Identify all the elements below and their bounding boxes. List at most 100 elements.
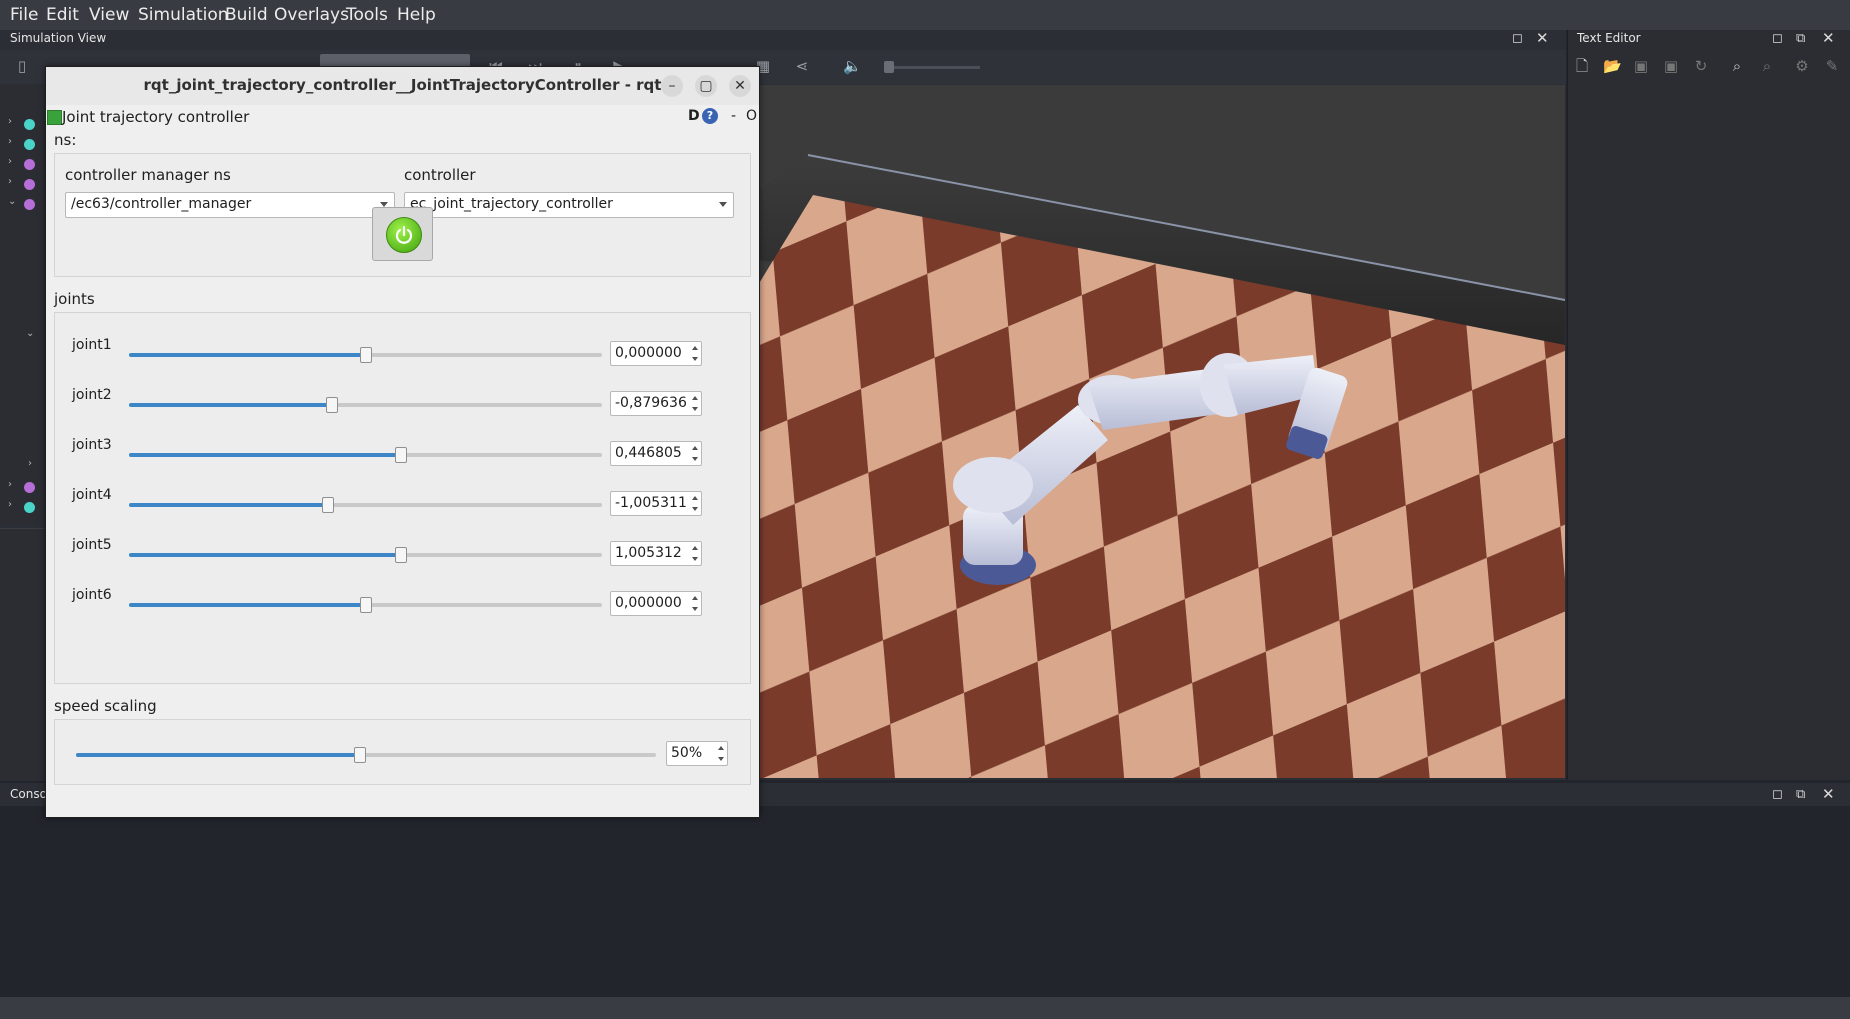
joint-slider-handle[interactable] xyxy=(394,547,407,563)
menu-overlays[interactable]: Overlays xyxy=(274,5,349,25)
menu-help[interactable]: Help xyxy=(397,5,436,25)
joint-value-spinbox[interactable]: 0,000000 xyxy=(610,591,702,616)
joint-slider-fill xyxy=(129,453,401,457)
joint-value-spinbox[interactable]: 0,446805 xyxy=(610,441,702,466)
controller-manager-ns-select[interactable]: /ec63/controller_manager xyxy=(65,192,395,218)
joint-slider[interactable] xyxy=(129,597,602,613)
tool-icon[interactable]: ✎ xyxy=(1823,57,1841,75)
menu-build[interactable]: Build xyxy=(225,5,268,25)
tree-expand-icon[interactable]: › xyxy=(28,458,32,469)
panel-float-icon[interactable]: ◻ xyxy=(1772,31,1783,46)
spin-down-icon[interactable] xyxy=(692,357,698,361)
joint-value: 0,000000 xyxy=(615,595,682,611)
spin-up-icon[interactable] xyxy=(692,446,698,450)
help-icon[interactable]: ? xyxy=(702,108,718,124)
joints-group-title: joints xyxy=(54,290,95,308)
3d-viewport[interactable] xyxy=(758,85,1565,778)
joint-slider-handle[interactable] xyxy=(326,397,339,413)
joint-value-spinbox[interactable]: -1,005311 xyxy=(610,491,702,516)
menu-edit[interactable]: Edit xyxy=(46,5,79,25)
minimize-icon[interactable]: – xyxy=(661,75,683,97)
scene-render xyxy=(758,85,1565,778)
joint-slider[interactable] xyxy=(129,497,602,513)
panel-maximize-icon[interactable]: ⧉ xyxy=(1796,31,1805,46)
tree-collapse-icon[interactable]: ⌄ xyxy=(8,196,16,207)
maximize-icon[interactable]: ▢ xyxy=(695,75,717,97)
revert-icon[interactable]: ↻ xyxy=(1692,57,1710,75)
volume-slider[interactable] xyxy=(888,66,980,69)
spin-down-icon[interactable] xyxy=(692,607,698,611)
joint-value: 0,446805 xyxy=(615,445,682,461)
joint-slider-handle[interactable] xyxy=(394,447,407,463)
joint-slider[interactable] xyxy=(129,347,602,363)
spin-down-icon[interactable] xyxy=(692,507,698,511)
speed-scaling-spinbox[interactable]: 50% xyxy=(666,741,728,766)
options-button[interactable]: O xyxy=(746,108,757,124)
panel-close-icon[interactable]: ✕ xyxy=(1822,785,1835,803)
share-icon[interactable]: ⋖ xyxy=(794,58,810,74)
console-output[interactable] xyxy=(0,806,1850,997)
panel-float-icon[interactable]: ◻ xyxy=(1512,31,1523,46)
tree-node-icon xyxy=(24,159,35,170)
minimize-plugin-button[interactable]: - xyxy=(731,108,736,124)
joint-value-spinbox[interactable]: -0,879636 xyxy=(610,391,702,416)
menu-view[interactable]: View xyxy=(89,5,129,25)
joint-value: 1,005312 xyxy=(615,545,682,561)
power-icon xyxy=(386,217,422,253)
save-icon[interactable]: ▣ xyxy=(1632,57,1650,75)
joint-value-spinbox[interactable]: 1,005312 xyxy=(610,541,702,566)
panel-float-icon[interactable]: ◻ xyxy=(1772,787,1783,802)
joint-slider-handle[interactable] xyxy=(321,497,334,513)
joint-slider[interactable] xyxy=(129,397,602,413)
spin-up-icon[interactable] xyxy=(692,596,698,600)
speed-scaling-slider[interactable] xyxy=(76,747,656,763)
status-bar xyxy=(0,997,1850,1019)
joint-slider-handle[interactable] xyxy=(359,597,372,613)
panel-maximize-icon[interactable]: ⧉ xyxy=(1796,787,1805,802)
joint-value-spinbox[interactable]: 0,000000 xyxy=(610,341,702,366)
spin-down-icon[interactable] xyxy=(692,407,698,411)
spin-up-icon[interactable] xyxy=(692,496,698,500)
sidebar-toggle-icon[interactable]: ▯ xyxy=(14,58,30,74)
spin-up-icon[interactable] xyxy=(692,396,698,400)
tree-expand-icon[interactable]: › xyxy=(8,136,12,147)
spin-down-icon[interactable] xyxy=(718,757,724,761)
tree-expand-icon[interactable]: › xyxy=(8,156,12,167)
controller-manager-ns-label: controller manager ns xyxy=(65,166,231,184)
spin-up-icon[interactable] xyxy=(692,546,698,550)
dock-button[interactable]: D xyxy=(688,108,700,124)
spin-down-icon[interactable] xyxy=(692,457,698,461)
tree-expand-icon[interactable]: › xyxy=(8,479,12,490)
tree-expand-icon[interactable]: › xyxy=(8,499,12,510)
panel-close-icon[interactable]: ✕ xyxy=(1822,29,1835,47)
menu-file[interactable]: File xyxy=(10,5,38,25)
settings-icon[interactable]: ⚙ xyxy=(1793,57,1811,75)
replace-icon[interactable]: ⌕ xyxy=(1758,57,1776,75)
tree-node-icon xyxy=(24,139,35,150)
panel-close-icon[interactable]: ✕ xyxy=(1536,29,1549,47)
controller-select[interactable]: ec_joint_trajectory_controller xyxy=(404,192,734,218)
menu-tools[interactable]: Tools xyxy=(346,5,388,25)
spin-up-icon[interactable] xyxy=(718,746,724,750)
close-icon[interactable]: ✕ xyxy=(729,75,751,97)
joint-slider-fill xyxy=(129,353,366,357)
spin-up-icon[interactable] xyxy=(692,346,698,350)
spin-down-icon[interactable] xyxy=(692,557,698,561)
tree-collapse-icon[interactable]: ⌄ xyxy=(26,328,34,339)
joint-slider-handle[interactable] xyxy=(359,347,372,363)
search-icon[interactable]: ⌕ xyxy=(1728,57,1746,75)
joint-slider[interactable] xyxy=(129,447,602,463)
tree-expand-icon[interactable]: › xyxy=(8,116,12,127)
volume-slider-handle[interactable] xyxy=(884,61,894,73)
joint-slider[interactable] xyxy=(129,547,602,563)
simulation-view-title: Simulation View xyxy=(10,31,107,45)
tree-expand-icon[interactable]: › xyxy=(8,176,12,187)
new-file-icon[interactable]: 🗋 xyxy=(1573,57,1591,75)
power-button[interactable] xyxy=(372,207,433,261)
joint-value: -1,005311 xyxy=(615,495,687,511)
open-file-icon[interactable]: 📂 xyxy=(1603,57,1622,75)
menu-simulation[interactable]: Simulation xyxy=(138,5,229,25)
mute-icon[interactable]: 🔈 xyxy=(843,58,862,74)
save-all-icon[interactable]: ▣ xyxy=(1662,57,1680,75)
speed-scaling-handle[interactable] xyxy=(354,747,367,763)
